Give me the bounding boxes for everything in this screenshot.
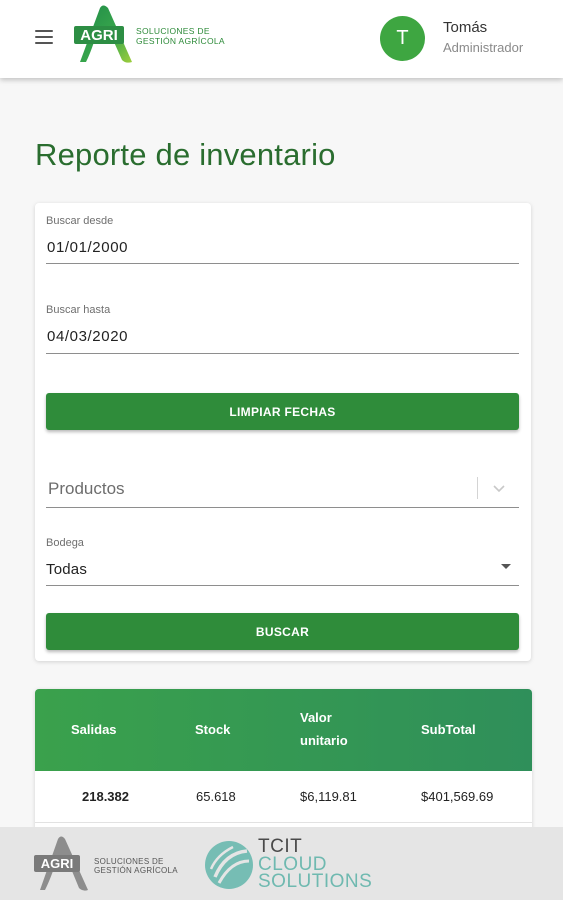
clear-dates-button[interactable]: LIMPIAR FECHAS [46,393,519,430]
col-header-valor-unitario: Valor unitario [300,710,348,748]
agri-footer-logo-icon: AGRI [34,836,88,891]
col-header-salidas: Salidas [71,722,117,737]
page-title: Reporte de inventario [35,137,336,172]
cell-subtotal: $401,569.69 [421,789,494,804]
col-header-stock: Stock [195,722,231,737]
row-divider [35,822,532,823]
desde-date-input[interactable]: 01/01/2000 [47,239,128,256]
productos-underline [46,507,519,508]
user-role: Administrador [443,40,524,55]
footer-tagline-line2: Gestión Agrícola [94,866,178,875]
dropdown-arrow-icon[interactable] [501,564,511,569]
menu-icon[interactable] [35,30,53,44]
logo-mark-text: AGRI [80,27,118,44]
chevron-down-icon[interactable] [491,481,507,495]
filter-card: Buscar desde 01/01/2000 Buscar hasta 04/… [35,203,531,661]
cell-stock: 65.618 [196,789,236,804]
brand-tagline-line2: Gestión Agrícola [136,36,225,46]
results-table: Salidas Stock Valor unitario SubTotal 21… [35,689,532,839]
hasta-underline [46,353,519,354]
tcit-logo-icon [205,841,253,889]
desde-label: Buscar desde [46,215,114,227]
bodega-underline [46,585,519,586]
brand-tagline: Soluciones de Gestión Agrícola [136,26,225,46]
col-header-subtotal: SubTotal [421,722,476,737]
cell-valor-unitario: $6,119.81 [300,789,357,804]
footer-tagline-line1: Soluciones de [94,857,164,866]
user-name: Tomás [443,19,488,36]
productos-select[interactable]: Productos [48,479,125,499]
cell-salidas: 218.382 [82,789,129,804]
search-button[interactable]: BUSCAR [46,613,519,650]
productos-separator [477,477,478,499]
user-avatar[interactable]: T [380,16,425,61]
desde-underline [46,263,519,264]
table-header: Salidas Stock Valor unitario SubTotal [35,689,532,771]
footer-logo-mark-text: AGRI [41,856,74,871]
footer-brand-tagline: Soluciones de Gestión Agrícola [94,857,178,875]
bodega-label: Bodega [46,537,84,549]
app-footer: AGRI Soluciones de Gestión Agrícola TCIT… [0,827,563,900]
hasta-date-input[interactable]: 04/03/2020 [47,328,128,345]
partner-name-line3: SOLUTIONS [258,871,373,892]
avatar-letter: T [396,27,409,49]
bodega-select[interactable]: Todas [46,561,87,578]
brand-tagline-line1: Soluciones de [136,26,210,36]
app-header: AGRI Soluciones de Gestión Agrícola T To… [0,0,563,78]
hasta-label: Buscar hasta [46,304,111,316]
